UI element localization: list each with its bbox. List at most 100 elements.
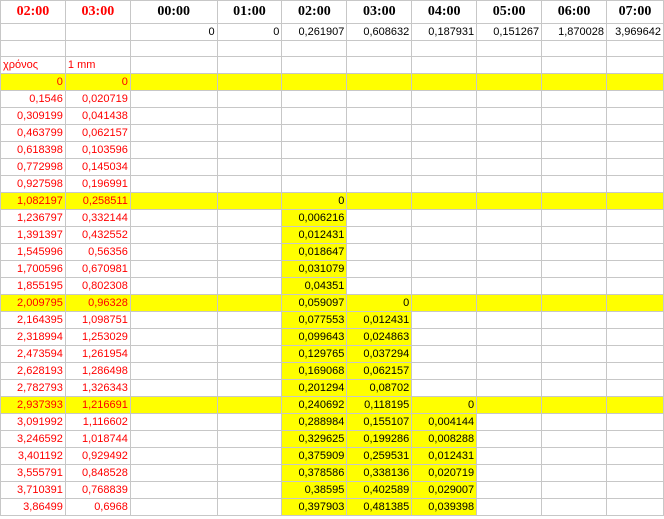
cell[interactable] xyxy=(281,124,348,142)
cell[interactable] xyxy=(541,379,608,397)
cell[interactable]: 0,031079 xyxy=(281,260,348,278)
cell[interactable]: 0 xyxy=(216,23,283,41)
cell[interactable]: 0,062157 xyxy=(64,124,131,142)
cell[interactable] xyxy=(129,464,218,482)
cell[interactable]: 1,855195 xyxy=(0,277,66,295)
cell[interactable]: 2,782793 xyxy=(0,379,66,397)
cell[interactable] xyxy=(216,277,283,295)
cell[interactable] xyxy=(129,430,218,448)
cell[interactable] xyxy=(476,498,543,516)
cell[interactable]: 0,012431 xyxy=(411,447,478,465)
cell[interactable] xyxy=(541,396,608,414)
cell[interactable] xyxy=(216,430,283,448)
cell[interactable]: 0,1546 xyxy=(0,90,66,108)
cell[interactable]: 0,329625 xyxy=(281,430,348,448)
cell[interactable]: 0,008288 xyxy=(411,430,478,448)
cell[interactable] xyxy=(129,379,218,397)
cell[interactable] xyxy=(541,481,608,499)
cell[interactable]: 0 xyxy=(64,73,131,91)
cell[interactable]: 0,012431 xyxy=(281,226,348,244)
cell[interactable] xyxy=(606,40,664,57)
cell[interactable] xyxy=(606,396,664,414)
cell[interactable] xyxy=(129,56,218,74)
cell[interactable]: 0,240692 xyxy=(281,396,348,414)
cell[interactable] xyxy=(346,124,413,142)
cell[interactable] xyxy=(346,56,413,74)
cell[interactable] xyxy=(606,158,664,176)
cell[interactable]: 0,020719 xyxy=(411,464,478,482)
cell[interactable]: 0,338136 xyxy=(346,464,413,482)
cell[interactable] xyxy=(129,209,218,227)
cell[interactable] xyxy=(541,192,608,210)
header-cell[interactable]: 07:00 xyxy=(606,0,664,24)
cell[interactable] xyxy=(216,243,283,261)
cell[interactable] xyxy=(541,209,608,227)
cell[interactable] xyxy=(606,175,664,193)
cell[interactable] xyxy=(606,362,664,380)
cell[interactable]: 2,628193 xyxy=(0,362,66,380)
cell[interactable] xyxy=(129,396,218,414)
cell[interactable]: 0,029007 xyxy=(411,481,478,499)
cell[interactable] xyxy=(281,158,348,176)
header-cell[interactable]: 02:00 xyxy=(0,0,66,24)
cell[interactable] xyxy=(541,40,608,57)
cell[interactable]: 0,099643 xyxy=(281,328,348,346)
cell[interactable] xyxy=(129,192,218,210)
cell[interactable] xyxy=(541,158,608,176)
cell[interactable] xyxy=(411,175,478,193)
cell[interactable]: 0,375909 xyxy=(281,447,348,465)
cell[interactable] xyxy=(216,362,283,380)
cell[interactable] xyxy=(411,90,478,108)
cell[interactable] xyxy=(129,40,218,57)
cell[interactable] xyxy=(541,243,608,261)
cell[interactable] xyxy=(216,311,283,329)
cell[interactable] xyxy=(541,294,608,312)
cell[interactable]: 0,768839 xyxy=(64,481,131,499)
cell[interactable] xyxy=(476,158,543,176)
cell[interactable] xyxy=(346,141,413,159)
cell[interactable]: 0,397903 xyxy=(281,498,348,516)
cell[interactable]: 0,08702 xyxy=(346,379,413,397)
cell[interactable]: 0,261907 xyxy=(281,23,348,41)
cell[interactable] xyxy=(541,141,608,159)
cell[interactable] xyxy=(541,124,608,142)
cell[interactable] xyxy=(411,40,478,57)
cell[interactable]: 0,039398 xyxy=(411,498,478,516)
cell[interactable] xyxy=(346,73,413,91)
cell[interactable] xyxy=(606,192,664,210)
cell[interactable] xyxy=(476,362,543,380)
cell[interactable]: 0 xyxy=(411,396,478,414)
cell[interactable]: 1,082197 xyxy=(0,192,66,210)
cell[interactable] xyxy=(129,294,218,312)
cell[interactable] xyxy=(281,107,348,125)
cell[interactable]: 3,246592 xyxy=(0,430,66,448)
cell[interactable] xyxy=(411,226,478,244)
cell[interactable] xyxy=(129,413,218,431)
cell[interactable] xyxy=(476,90,543,108)
cell[interactable] xyxy=(541,260,608,278)
header-cell[interactable]: 01:00 xyxy=(216,0,283,24)
cell[interactable] xyxy=(129,141,218,159)
cell[interactable] xyxy=(541,277,608,295)
cell[interactable] xyxy=(411,243,478,261)
cell[interactable]: 0 xyxy=(129,23,218,41)
cell[interactable]: 0,187931 xyxy=(411,23,478,41)
cell[interactable]: 0,927598 xyxy=(0,175,66,193)
cell[interactable] xyxy=(476,464,543,482)
cell[interactable]: 2,164395 xyxy=(0,311,66,329)
cell[interactable]: 0 xyxy=(346,294,413,312)
cell[interactable]: 0,38595 xyxy=(281,481,348,499)
header-cell[interactable]: 06:00 xyxy=(541,0,608,24)
cell[interactable]: 0,012431 xyxy=(346,311,413,329)
cell[interactable] xyxy=(476,226,543,244)
cell[interactable] xyxy=(606,447,664,465)
cell[interactable] xyxy=(346,90,413,108)
cell[interactable] xyxy=(606,226,664,244)
cell[interactable]: 3,86499 xyxy=(0,498,66,516)
cell[interactable]: 0,169068 xyxy=(281,362,348,380)
cell[interactable] xyxy=(411,260,478,278)
cell[interactable] xyxy=(476,209,543,227)
cell[interactable]: 2,318994 xyxy=(0,328,66,346)
cell[interactable]: 1,261954 xyxy=(64,345,131,363)
cell[interactable]: 1,018744 xyxy=(64,430,131,448)
